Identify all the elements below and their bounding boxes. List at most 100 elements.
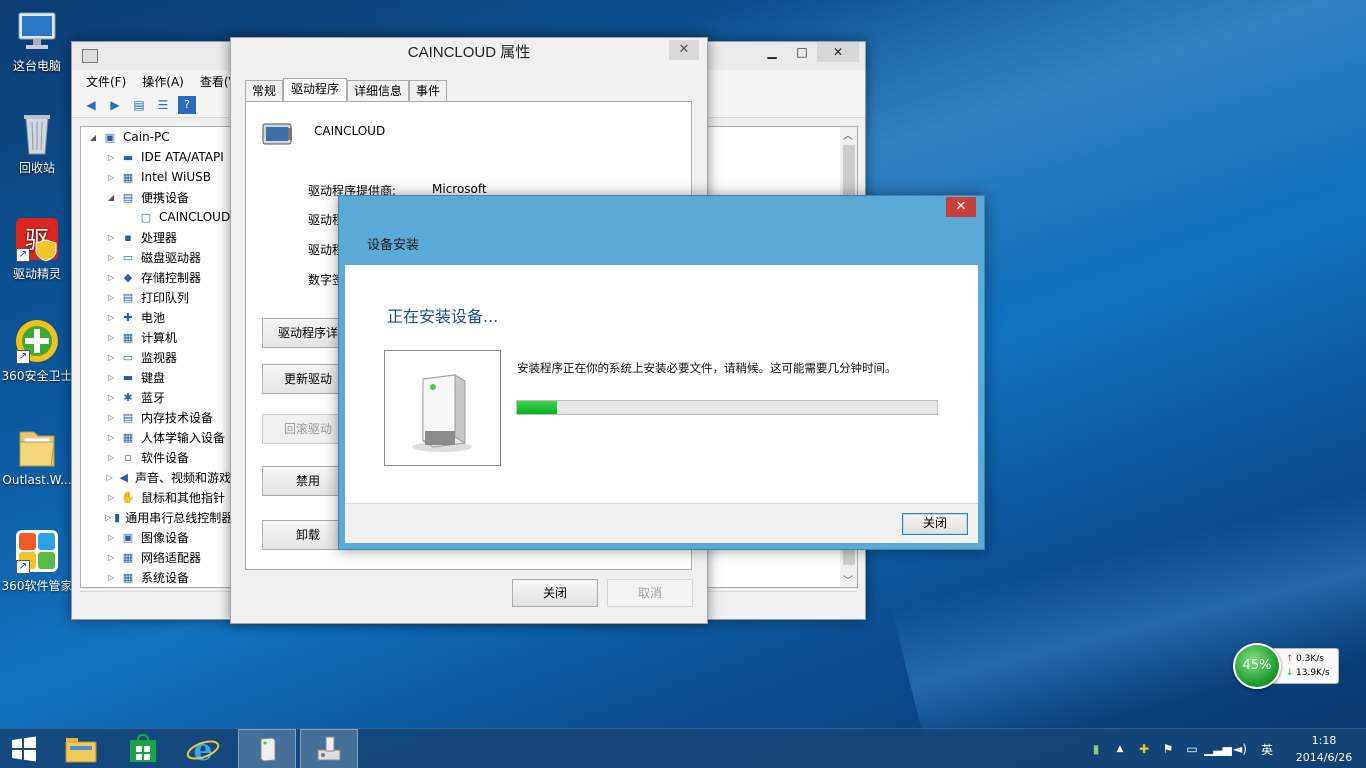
taskbar-clock[interactable]: 1:18 2014/6/26 bbox=[1282, 732, 1366, 766]
taskbar-device-manager[interactable] bbox=[300, 729, 358, 768]
battery-icon[interactable]: ▮ bbox=[1084, 742, 1108, 756]
expand-arrow-icon[interactable]: ▷ bbox=[105, 373, 117, 382]
tree-item[interactable]: ▷ ▤ 内存技术设备 bbox=[81, 407, 231, 427]
taskbar-internet-explorer[interactable]: e bbox=[174, 729, 232, 768]
tree-item[interactable]: ▷ ▭ 监视器 bbox=[81, 347, 231, 367]
tree-item[interactable]: ▷ ▣ 图像设备 bbox=[81, 527, 231, 547]
tree-item[interactable]: ▷ ▫ 软件设备 bbox=[81, 447, 231, 467]
tree-item[interactable]: ▷ ▦ 人体学输入设备 bbox=[81, 427, 231, 447]
expand-arrow-icon[interactable]: ▷ bbox=[105, 573, 117, 582]
expand-arrow-icon[interactable]: ▷ bbox=[105, 473, 114, 482]
volume-icon[interactable]: ◄) bbox=[1228, 742, 1252, 756]
taskbar-device-install[interactable] bbox=[238, 729, 296, 768]
start-button[interactable] bbox=[0, 729, 48, 768]
menu-action[interactable]: 操作(A) bbox=[142, 73, 184, 90]
expand-arrow-icon[interactable]: ▷ bbox=[105, 453, 117, 462]
tree-item[interactable]: ▷ ▪ 处理器 bbox=[81, 227, 231, 247]
tree-item[interactable]: ▷ ▦ 计算机 bbox=[81, 327, 231, 347]
expand-arrow-icon[interactable]: ▷ bbox=[105, 413, 117, 422]
tree-item[interactable]: ▷ ▤ 打印队列 bbox=[81, 287, 231, 307]
input-method-indicator[interactable]: 英 bbox=[1252, 741, 1282, 758]
taskbar-file-explorer[interactable] bbox=[52, 729, 110, 768]
expand-arrow-icon[interactable]: ▷ bbox=[105, 353, 117, 362]
tree-item[interactable]: ▷ ▦ 网络适配器 bbox=[81, 547, 231, 567]
network-signal-icon[interactable]: ▁▃▅ bbox=[1204, 742, 1232, 756]
display-icon[interactable]: ▭ bbox=[1180, 742, 1204, 756]
tree-item[interactable]: ▢ CAINCLOUD bbox=[81, 207, 231, 227]
forward-arrow-icon[interactable]: ▶ bbox=[106, 96, 124, 114]
upload-speed: 0.3K/s bbox=[1296, 654, 1324, 664]
tree-item[interactable]: ▷ ▮ 通用串行总线控制器 bbox=[81, 507, 231, 527]
expand-arrow-icon[interactable]: ▷ bbox=[105, 173, 117, 182]
expand-arrow-icon[interactable]: ▷ bbox=[105, 253, 117, 262]
properties-icon[interactable]: ▤ bbox=[130, 96, 148, 114]
expand-arrow-icon[interactable]: ◢ bbox=[105, 193, 117, 202]
list-icon[interactable]: ☰ bbox=[154, 96, 172, 114]
tab-general[interactable]: 常规 bbox=[245, 80, 284, 102]
expand-arrow-icon[interactable]: ▷ bbox=[105, 273, 117, 282]
tree-item[interactable]: ◢ ▤ 便携设备 bbox=[81, 187, 231, 207]
tree-item[interactable]: ▷ ▭ 磁盘驱动器 bbox=[81, 247, 231, 267]
desktop-icon-360-safe[interactable]: ↗ 360安全卫士 bbox=[0, 318, 74, 384]
tree-item[interactable]: ◢ ▣ Cain-PC bbox=[81, 127, 231, 147]
scroll-up-icon[interactable]: ︿ bbox=[843, 127, 853, 142]
help-icon[interactable]: ? bbox=[178, 95, 196, 114]
device-category-icon: ▤ bbox=[122, 290, 134, 304]
desktop-icon-outlast[interactable]: Outlast.W... bbox=[0, 424, 74, 487]
network-speed-widget[interactable]: ↑ 0.3K/s ↓ 13.9K/s 45% bbox=[1233, 643, 1339, 689]
tree-item[interactable]: ▷ ▦ 系统设备 bbox=[81, 567, 231, 587]
properties-close-button[interactable]: ✕ bbox=[669, 40, 699, 60]
desktop-icon-this-pc[interactable]: 这台电脑 bbox=[0, 8, 74, 74]
360-tray-icon[interactable]: ✚ bbox=[1132, 742, 1156, 756]
minimize-button[interactable]: ▁ bbox=[757, 42, 787, 62]
device-install-dialog: ✕ 设备安装 正在安装设备... 安装程序正在你的系统上安装必要文件，请稍候。这… bbox=[338, 195, 985, 550]
desktop-icon-driver-genius[interactable]: 驱 ↗ 驱动精灵 bbox=[0, 216, 74, 282]
desktop-icon-recycle-bin[interactable]: 回收站 bbox=[0, 110, 74, 176]
tree-item[interactable]: ▷ ✚ 电池 bbox=[81, 307, 231, 327]
expand-arrow-icon[interactable]: ▷ bbox=[105, 393, 117, 402]
tab-details[interactable]: 详细信息 bbox=[347, 80, 410, 102]
tree-item[interactable]: ▷ ▦ Intel WiUSB bbox=[81, 167, 231, 187]
expand-arrow-icon[interactable]: ▷ bbox=[105, 233, 117, 242]
close-button[interactable]: ✕ bbox=[817, 42, 859, 62]
properties-cancel-button[interactable]: 取消 bbox=[607, 579, 693, 607]
tree-item[interactable]: ▷ ✋ 鼠标和其他指针 bbox=[81, 487, 231, 507]
install-close-button[interactable]: 关闭 bbox=[902, 513, 968, 535]
tree-item[interactable]: ▷ ◆ 存储控制器 bbox=[81, 267, 231, 287]
install-dialog-close-button[interactable]: ✕ bbox=[946, 197, 976, 217]
expand-arrow-icon[interactable]: ▷ bbox=[105, 153, 117, 162]
shortcut-arrow-icon: ↗ bbox=[16, 350, 30, 364]
expand-arrow-icon[interactable]: ▷ bbox=[105, 293, 117, 302]
tree-item[interactable]: ▷ ▬ IDE ATA/ATAPI bbox=[81, 147, 231, 167]
maximize-button[interactable]: □ bbox=[787, 42, 817, 62]
expand-arrow-icon[interactable]: ▷ bbox=[105, 313, 117, 322]
tree-item[interactable]: ▷ ▬ 键盘 bbox=[81, 367, 231, 387]
device-category-icon: ▦ bbox=[122, 330, 134, 344]
back-arrow-icon[interactable]: ◀ bbox=[82, 96, 100, 114]
properties-close-ok-button[interactable]: 关闭 bbox=[512, 579, 598, 607]
tree-item[interactable]: ▷ ◀ 声音、视频和游戏 bbox=[81, 467, 231, 487]
tab-driver[interactable]: 驱动程序 bbox=[283, 78, 348, 102]
menu-file[interactable]: 文件(F) bbox=[86, 73, 126, 90]
expand-arrow-icon[interactable]: ▷ bbox=[105, 493, 117, 502]
expand-arrow-icon[interactable]: ▷ bbox=[105, 553, 117, 562]
scroll-down-icon[interactable]: ﹀ bbox=[843, 572, 853, 587]
expand-arrow-icon[interactable]: ▷ bbox=[105, 433, 117, 442]
device-tower-small-icon bbox=[260, 737, 276, 762]
flag-icon[interactable]: ⚑ bbox=[1156, 742, 1180, 756]
show-hidden-icons-icon[interactable]: ▲ bbox=[1108, 744, 1132, 754]
tab-events[interactable]: 事件 bbox=[409, 80, 448, 102]
taskbar-store[interactable] bbox=[114, 729, 172, 768]
expand-arrow-icon[interactable]: ▷ bbox=[105, 513, 111, 522]
memory-usage-ball[interactable]: 45% bbox=[1233, 643, 1281, 689]
device-tree[interactable]: ◢ ▣ Cain-PC ▷ ▬ IDE ATA/ATAPI ▷ ▦ Intel WiUSB ◢ ▤ 便… bbox=[80, 126, 232, 588]
tree-item-label: 鼠标和其他指针 bbox=[141, 490, 226, 505]
expand-arrow-icon[interactable]: ▷ bbox=[105, 333, 117, 342]
expand-arrow-icon[interactable]: ◢ bbox=[87, 133, 99, 142]
device-category-icon: ▬ bbox=[122, 370, 134, 384]
device-category-icon: ▦ bbox=[122, 170, 134, 184]
desktop-icon-360-software[interactable]: ↗ 360软件管家 bbox=[0, 528, 74, 594]
driver-provider-value: Microsoft bbox=[432, 182, 487, 196]
expand-arrow-icon[interactable]: ▷ bbox=[105, 533, 117, 542]
tree-item[interactable]: ▷ ✱ 蓝牙 bbox=[81, 387, 231, 407]
